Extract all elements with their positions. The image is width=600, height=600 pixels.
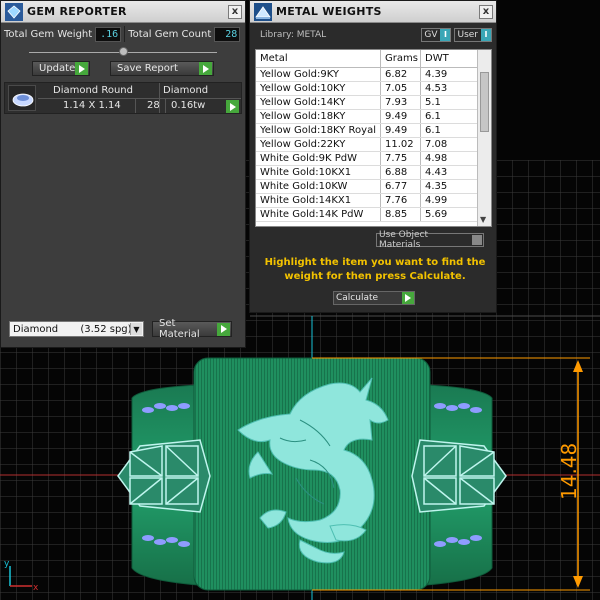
save-report-button-label: Save Report bbox=[117, 63, 178, 74]
set-material-button-label: Set Material bbox=[159, 318, 200, 340]
gem-count-cell: 28 bbox=[147, 100, 160, 111]
library-bar: Library: METAL GV I User I bbox=[250, 23, 496, 47]
table-row[interactable]: White Gold:9K PdW 7.75 4.98 bbox=[256, 152, 491, 166]
total-gem-count-value: 28 bbox=[214, 26, 241, 42]
dimension-value: 14.48 bbox=[557, 443, 581, 500]
table-row[interactable]: White Gold:14KX1 7.76 4.99 bbox=[256, 194, 491, 208]
play-arrow-icon bbox=[75, 62, 88, 75]
material-select-value: Diamond (3.52 spg) bbox=[13, 323, 132, 335]
table-row[interactable]: White Gold:10KW 6.77 4.35 bbox=[256, 180, 491, 194]
table-row[interactable]: Yellow Gold:18KY 9.49 6.1 bbox=[256, 110, 491, 124]
table-row[interactable]: Yellow Gold:9KY 6.82 4.39 bbox=[256, 68, 491, 82]
table-row[interactable]: Yellow Gold:18KY Royal 9.49 6.1 bbox=[256, 124, 491, 138]
panel-split-slider[interactable] bbox=[1, 46, 245, 58]
checkbox-icon[interactable] bbox=[472, 235, 482, 245]
table-header: Metal Grams DWT bbox=[256, 50, 491, 68]
use-object-materials-label: Use Object Materials bbox=[379, 230, 428, 250]
table-row[interactable]: Yellow Gold:10KY 7.05 4.53 bbox=[256, 82, 491, 96]
axis-x-label: x bbox=[33, 583, 39, 593]
column-header-metal[interactable]: Metal bbox=[256, 50, 381, 67]
column-header-dwt[interactable]: DWT bbox=[421, 50, 477, 67]
scrollbar-thumb[interactable] bbox=[480, 72, 489, 132]
play-arrow-icon bbox=[217, 322, 230, 336]
gem-totals-row: Total Gem Weight .16 Total Gem Count 28 bbox=[4, 26, 242, 42]
table-row[interactable]: White Gold:14K PdW 8.85 5.69 bbox=[256, 208, 491, 222]
total-gem-weight-label: Total Gem Weight bbox=[4, 28, 93, 40]
calculate-button-label: Calculate bbox=[336, 293, 379, 303]
metal-weights-panel: METAL WEIGHTS x Library: METAL GV I User… bbox=[249, 0, 497, 313]
close-icon[interactable]: x bbox=[228, 4, 242, 19]
update-button-label: Update bbox=[39, 63, 76, 74]
material-select[interactable]: Diamond (3.52 spg) ▼ bbox=[9, 321, 144, 337]
metal-weights-table[interactable]: Metal Grams DWT Yellow Gold:9KY 6.82 4.39 … bbox=[255, 49, 492, 227]
gv-toggle[interactable]: GV I bbox=[421, 28, 452, 42]
set-material-button[interactable]: Set Material bbox=[152, 318, 232, 340]
gem-material-cell: Diamond bbox=[163, 85, 209, 96]
gem-reporter-app-icon bbox=[5, 2, 23, 21]
table-scrollbar[interactable]: ▼ bbox=[477, 50, 491, 226]
gem-list-row[interactable]: Diamond Round Diamond 1.14 X 1.14 28 0.1… bbox=[4, 82, 242, 114]
column-header-grams[interactable]: Grams bbox=[381, 50, 421, 67]
scroll-down-icon[interactable]: ▼ bbox=[480, 215, 486, 224]
save-report-button[interactable]: Save Report bbox=[110, 61, 214, 76]
gem-reporter-title: GEM REPORTER bbox=[27, 5, 127, 18]
gem-size-cell: 1.14 X 1.14 bbox=[63, 100, 121, 111]
play-arrow-icon[interactable] bbox=[226, 100, 239, 113]
axis-y-label: y bbox=[4, 559, 10, 569]
metal-weights-titlebar[interactable]: METAL WEIGHTS x bbox=[250, 1, 496, 23]
ring-model[interactable] bbox=[117, 357, 507, 591]
gem-reporter-panel: GEM REPORTER x Total Gem Weight .16 Tota… bbox=[0, 0, 246, 348]
table-row[interactable]: Yellow Gold:22KY 11.02 7.08 bbox=[256, 138, 491, 152]
round-diamond-icon bbox=[8, 85, 36, 111]
play-arrow-icon bbox=[199, 62, 212, 75]
metal-weights-title: METAL WEIGHTS bbox=[276, 5, 382, 18]
slider-knob[interactable] bbox=[119, 47, 128, 56]
close-icon[interactable]: x bbox=[479, 4, 493, 19]
update-button[interactable]: Update bbox=[32, 61, 90, 76]
play-arrow-icon bbox=[402, 292, 414, 304]
table-row[interactable]: White Gold:10KX1 6.88 4.43 bbox=[256, 166, 491, 180]
chevron-down-icon[interactable]: ▼ bbox=[130, 323, 142, 335]
use-object-materials-checkbox[interactable]: Use Object Materials bbox=[376, 230, 484, 250]
hint-text: Highlight the item you want to find the … bbox=[264, 257, 486, 282]
gem-weight-cell: 0.16tw bbox=[171, 100, 206, 111]
gem-reporter-titlebar[interactable]: GEM REPORTER x bbox=[1, 1, 245, 23]
library-label: Library: METAL bbox=[260, 30, 327, 40]
metal-weights-app-icon bbox=[254, 2, 272, 21]
gem-shape-cell: Diamond Round bbox=[53, 85, 133, 96]
calculate-button[interactable]: Calculate bbox=[333, 291, 415, 305]
material-row: Diamond (3.52 spg) ▼ Set Material bbox=[9, 318, 232, 340]
total-gem-count-label: Total Gem Count bbox=[128, 28, 212, 40]
table-row[interactable]: Yellow Gold:14KY 7.93 5.1 bbox=[256, 96, 491, 110]
total-gem-weight-value: .16 bbox=[95, 26, 122, 42]
user-toggle[interactable]: User I bbox=[454, 28, 492, 42]
